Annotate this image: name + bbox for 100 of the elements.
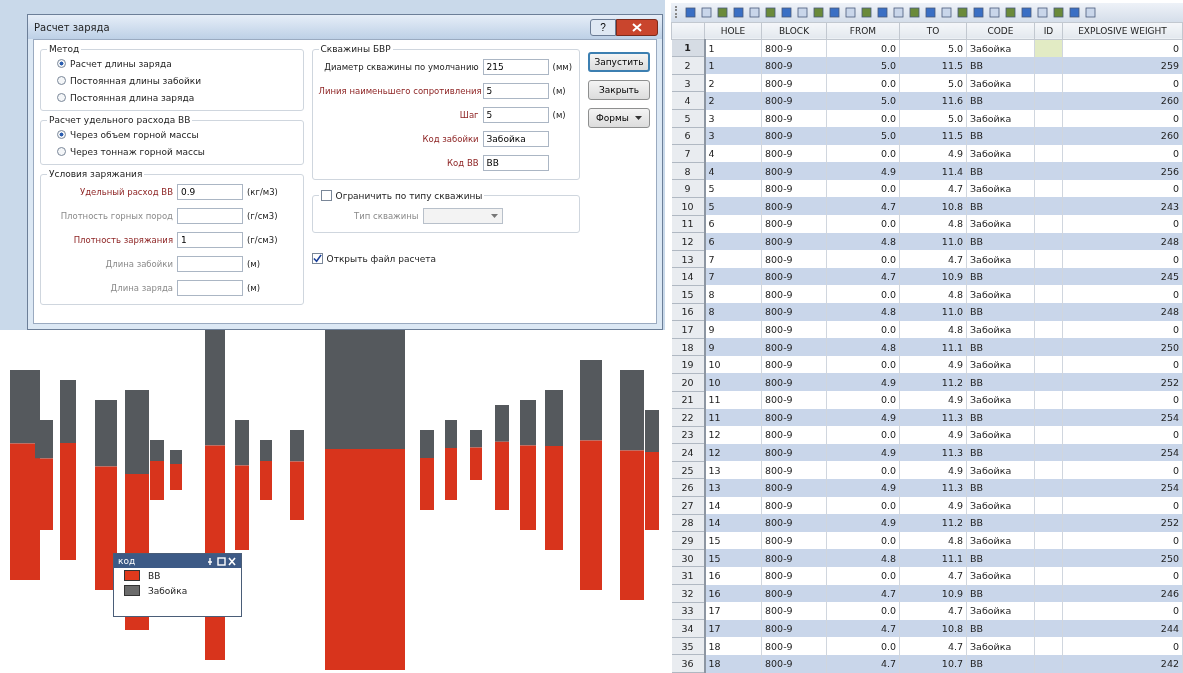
table-cell: 800-9 [761,56,827,75]
table-cell: 0 [1062,74,1183,92]
toolbar-icon[interactable] [973,6,984,18]
legend-label: ВВ [148,570,161,581]
table-cell: 0.0 [826,74,900,92]
table-cell: 11.5 [899,56,967,75]
table-cell: 800-9 [761,443,827,462]
table-cell: 800-9 [761,619,827,638]
input-field[interactable]: 0.9 [177,184,243,200]
table-cell: 0.0 [826,637,900,655]
table-cell: 7 [704,250,762,268]
toolbar-icon[interactable] [1005,6,1016,18]
table-cell: 260 [1062,91,1183,110]
table-cell: ВВ [966,56,1035,75]
table-cell: 800-9 [761,250,827,268]
toolbar-icon[interactable] [1085,6,1096,18]
table-cell: ВВ [966,619,1035,638]
column-header[interactable]: HOLE [704,22,762,40]
dialog-button[interactable]: Закрыть [588,80,650,100]
toolbar-icon[interactable] [893,6,904,18]
table-cell: 10.9 [899,584,967,603]
toolbar-icon[interactable] [845,6,856,18]
toolbar-icon[interactable] [685,6,696,18]
toolbar-icon[interactable] [1053,6,1064,18]
table-cell: ВВ [966,373,1035,391]
column-header[interactable]: BLOCK [761,22,827,40]
toolbar-icon[interactable] [861,6,872,18]
table-cell: Забойка [966,461,1035,479]
help-button[interactable]: ? [590,18,616,36]
table-cell: 800-9 [761,584,827,603]
table-cell: ВВ [966,408,1035,427]
input-field[interactable]: 5 [482,107,549,123]
radio-option[interactable]: Постоянная длины забойки [47,73,297,88]
column-header[interactable]: EXPLOSIVE WEIGHT [1062,22,1183,40]
toolbar-icon[interactable] [749,6,760,18]
table-cell: 800-9 [761,267,827,286]
field-label: Длина забойки [104,259,173,269]
input-field[interactable]: Забойка [482,131,549,147]
table-cell: ВВ [966,91,1035,110]
radio-option[interactable]: Расчет длины заряда [47,56,297,71]
toolbar-icon[interactable] [877,6,888,18]
toolbar-icon[interactable] [941,6,952,18]
close-button[interactable] [616,18,658,36]
caret-icon [490,214,498,218]
table-cell: 12 [704,426,762,444]
radio-option[interactable]: Через тоннаж горной массы [47,144,297,159]
table-cell: 14 [704,514,762,532]
input-field[interactable]: 215 [482,59,549,75]
table-cell: ВВ [966,267,1035,286]
table-cell: 0.0 [826,602,900,620]
table-cell: 2 [704,74,762,92]
table-cell: 0 [1062,391,1183,409]
table-cell: 4.8 [826,232,900,251]
toolbar-icon[interactable] [765,6,776,18]
toolbar-icon[interactable] [1037,6,1048,18]
toolbar-icon[interactable] [989,6,1000,18]
toolbar-icon[interactable] [701,6,712,18]
toolbar-icon[interactable] [925,6,936,18]
toolbar-icon[interactable] [957,6,968,18]
column-header[interactable]: ID [1034,22,1063,40]
dropdown[interactable] [422,208,503,224]
table-cell: 4.9 [826,162,900,180]
toolbar-icon[interactable] [909,6,920,18]
table-cell: 800-9 [761,654,827,673]
column-header[interactable]: CODE [966,22,1035,40]
table-cell: 4.9 [826,443,900,462]
table-cell: 0 [1062,602,1183,620]
dialog-button[interactable]: Запустить [588,52,650,72]
table-cell: 800-9 [761,215,827,233]
toolbar-icon[interactable] [829,6,840,18]
field-label: Длина заряда [109,283,173,293]
toolbar-icon[interactable] [733,6,744,18]
checkbox-option[interactable]: Открыть файл расчета [311,251,580,266]
table-cell: 254 [1062,478,1183,497]
table-cell: 5.0 [826,56,900,75]
input-field[interactable] [177,280,243,296]
legend-label: Забойка [148,585,188,596]
column-header[interactable]: TO [899,22,967,40]
field-label: Шаг [458,110,479,120]
toolbar-icon[interactable] [717,6,728,18]
toolbar-icon[interactable] [781,6,792,18]
input-field[interactable] [177,256,243,272]
checkbox-option[interactable]: Ограничить по типу скважины [320,188,483,203]
column-header[interactable]: FROM [826,22,900,40]
toolbar-icon[interactable] [797,6,808,18]
group-title: Скважины БВР [319,44,392,54]
split-button[interactable]: Формы [588,108,650,128]
table-cell: 15 [704,549,762,567]
radio-option[interactable]: Через объем горной массы [47,127,297,142]
window-controls-icon[interactable] [207,556,237,566]
table-cell: 4.9 [899,461,967,479]
toolbar-icon[interactable] [1021,6,1032,18]
input-field[interactable]: ВВ [482,155,549,171]
input-field[interactable] [177,208,243,224]
toolbar-icon[interactable] [813,6,824,18]
toolbar-icon[interactable] [1069,6,1080,18]
radio-option[interactable]: Постоянная длина заряда [47,90,297,105]
input-field[interactable]: 1 [177,232,243,248]
unit-label: (м) [247,283,261,293]
input-field[interactable]: 5 [482,83,549,99]
